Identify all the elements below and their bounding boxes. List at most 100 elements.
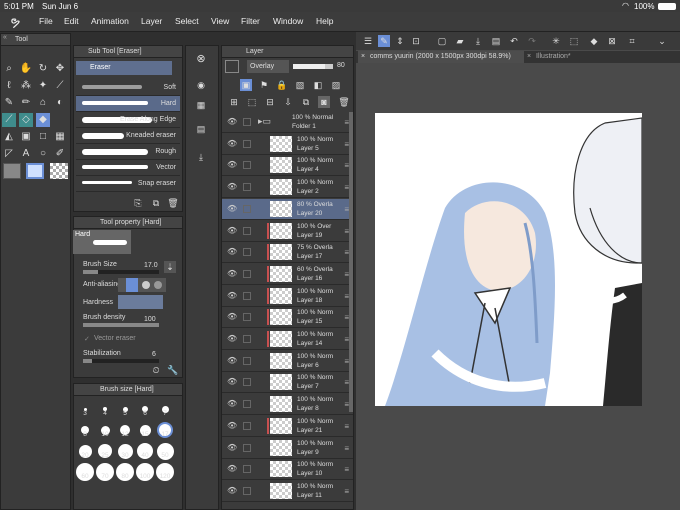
- subtool-vector[interactable]: Vector: [76, 160, 180, 176]
- new-file-icon[interactable]: ▢: [436, 35, 448, 47]
- double-arrow-icon[interactable]: ⇕: [394, 35, 406, 47]
- ruler-icon[interactable]: ◸: [2, 147, 16, 161]
- auto-select-icon[interactable]: ⁂: [19, 79, 33, 93]
- artwork-canvas[interactable]: [375, 113, 642, 406]
- correct-line-icon[interactable]: ✐: [53, 147, 67, 161]
- antialias-weak[interactable]: [126, 278, 138, 292]
- wand-icon[interactable]: ✦: [36, 79, 50, 93]
- layer-checkbox[interactable]: [243, 400, 251, 409]
- brush-density-slider[interactable]: [83, 323, 159, 327]
- decoration-icon[interactable]: ⟋: [2, 113, 16, 127]
- layer-checkbox[interactable]: [243, 335, 251, 343]
- delete-layer-icon[interactable]: 🗑: [338, 96, 350, 108]
- tab-illustration[interactable]: × Illustration*: [526, 51, 606, 63]
- layer-checkbox[interactable]: [243, 139, 251, 148]
- eye-icon[interactable]: 👁: [227, 421, 237, 430]
- zoom-icon[interactable]: ⌕: [2, 62, 16, 76]
- layer-row[interactable]: 👁 60 % Overla Layer 16 ≡: [222, 263, 353, 285]
- open-icon[interactable]: ▰: [454, 35, 466, 47]
- reset-settings-icon[interactable]: ⏲: [150, 364, 162, 376]
- layer-row[interactable]: 👁 100 % Norm Layer 5 ≡: [222, 133, 353, 155]
- blend-icon[interactable]: ◆: [36, 113, 50, 127]
- eye-icon[interactable]: 👁: [227, 160, 237, 169]
- layer-scrollbar[interactable]: [349, 112, 353, 412]
- eye-icon[interactable]: 👁: [227, 291, 237, 300]
- transform-icon[interactable]: ⊠: [606, 35, 618, 47]
- vector-eraser-check-icon[interactable]: ✓: [84, 335, 90, 343]
- layer-color-icon[interactable]: [225, 60, 239, 73]
- menu-filter[interactable]: Filter: [241, 16, 260, 26]
- eye-icon[interactable]: 👁: [227, 399, 237, 408]
- menu-help[interactable]: Help: [316, 16, 333, 26]
- layer-row[interactable]: 👁 100 % Norm Layer 14 ≡: [222, 329, 353, 350]
- layer-menu-icon[interactable]: ≡: [344, 422, 349, 431]
- layer-menu-icon[interactable]: ≡: [344, 465, 349, 474]
- eye-icon[interactable]: 👁: [227, 377, 237, 386]
- layer-checkbox[interactable]: [243, 465, 251, 474]
- antialias-strong[interactable]: [154, 281, 162, 289]
- eye-icon[interactable]: 👁: [227, 247, 237, 256]
- balloon-icon[interactable]: ○: [36, 147, 50, 161]
- brush-size-slider[interactable]: [83, 270, 159, 274]
- tab-comms-yuurin[interactable]: × comms yuurin (2000 x 1500px 300dpi 58.…: [358, 51, 524, 63]
- stabilization-slider[interactable]: [83, 359, 159, 363]
- hand-icon[interactable]: ✋: [19, 62, 33, 76]
- layer-checkbox[interactable]: [243, 378, 251, 387]
- transfer-down-icon[interactable]: ⇩: [282, 96, 294, 108]
- rotate-icon[interactable]: ↻: [36, 62, 50, 76]
- subtool-erase-along-edge[interactable]: Erase Along Edge: [76, 112, 180, 128]
- layer-row[interactable]: 👁 100 % Norm Layer 4 ≡: [222, 155, 353, 177]
- subtool-soft[interactable]: Soft: [76, 80, 180, 96]
- app-logo-icon[interactable]: ຯ: [10, 14, 20, 30]
- subtool-kneaded-eraser[interactable]: Kneaded eraser: [76, 128, 180, 144]
- eye-icon[interactable]: 👁: [227, 269, 237, 278]
- navigator-icon[interactable]: ⊗: [195, 53, 207, 65]
- color-wheel-icon[interactable]: ◉: [195, 79, 207, 91]
- hardness-selector[interactable]: [118, 295, 163, 309]
- sub-color-swatch[interactable]: [26, 163, 44, 179]
- layer-row[interactable]: 👁 100 % Norm Layer 10 ≡: [222, 459, 353, 481]
- blend-mode-select[interactable]: Overlay: [247, 60, 289, 73]
- antialias-medium[interactable]: [142, 281, 150, 289]
- new-raster-layer-icon[interactable]: ⊞: [228, 96, 240, 108]
- layer-row[interactable]: 👁 100 % Norm Layer 15 ≡: [222, 307, 353, 329]
- layer-row[interactable]: 👁 75 % Overla Layer 17 ≡: [222, 242, 353, 264]
- eye-icon[interactable]: 👁: [227, 117, 237, 126]
- layer-checkbox[interactable]: [243, 183, 251, 192]
- layer-checkbox[interactable]: [243, 248, 251, 257]
- lasso-icon[interactable]: ℓ: [2, 79, 16, 93]
- layer-row[interactable]: 👁 100 % Norm Layer 8 ≡: [222, 394, 353, 416]
- layer-row[interactable]: 👁 100 % Norm Layer 11 ≡: [222, 480, 353, 502]
- clip-layer-icon[interactable]: ▣: [240, 79, 252, 91]
- main-color-swatch[interactable]: [3, 163, 21, 179]
- duplicate-subtool-icon[interactable]: ⧉: [150, 197, 162, 209]
- eraser-icon[interactable]: ◇: [19, 113, 33, 127]
- move-icon[interactable]: ✥: [53, 62, 67, 76]
- layer-row[interactable]: 👁 100 % Norm Layer 6 ≡: [222, 350, 353, 372]
- menu-window[interactable]: Window: [273, 16, 303, 26]
- tool-preset-preview[interactable]: Hard: [73, 230, 131, 254]
- layer-folder-row[interactable]: 👁 ▸▭ 100 % Normal Folder 1 ≡: [222, 112, 353, 133]
- loading-icon[interactable]: ✳: [550, 35, 562, 47]
- frame-view-icon[interactable]: ⊡: [410, 35, 422, 47]
- menu-layer[interactable]: Layer: [141, 16, 162, 26]
- menu-edit[interactable]: Edit: [64, 16, 79, 26]
- material-icon[interactable]: ▤: [195, 123, 207, 135]
- eyedropper-icon[interactable]: ⟋: [53, 79, 67, 93]
- brush-icon[interactable]: ⌂: [36, 96, 50, 110]
- menu-file[interactable]: File: [39, 16, 53, 26]
- clear-icon[interactable]: ⬚: [568, 35, 580, 47]
- layer-row[interactable]: 👁 100 % Norm Layer 2 ≡: [222, 177, 353, 199]
- layer-row[interactable]: 👁 80 % Overla Layer 20 ≡: [222, 198, 353, 220]
- subtool-rough[interactable]: Rough: [76, 144, 180, 160]
- color-set-icon[interactable]: ▦: [195, 99, 207, 111]
- undo-icon[interactable]: ↶: [508, 35, 520, 47]
- copy-subtool-icon[interactable]: ⎘: [132, 197, 144, 209]
- eye-icon[interactable]: 👁: [227, 182, 237, 191]
- antialias-selector[interactable]: [118, 278, 166, 292]
- menu-select[interactable]: Select: [175, 16, 199, 26]
- redo-icon[interactable]: ↷: [526, 35, 538, 47]
- layer-checkbox[interactable]: [243, 443, 251, 452]
- subtool-group-eraser[interactable]: Eraser: [76, 61, 172, 75]
- close-tab-icon[interactable]: ×: [361, 51, 365, 63]
